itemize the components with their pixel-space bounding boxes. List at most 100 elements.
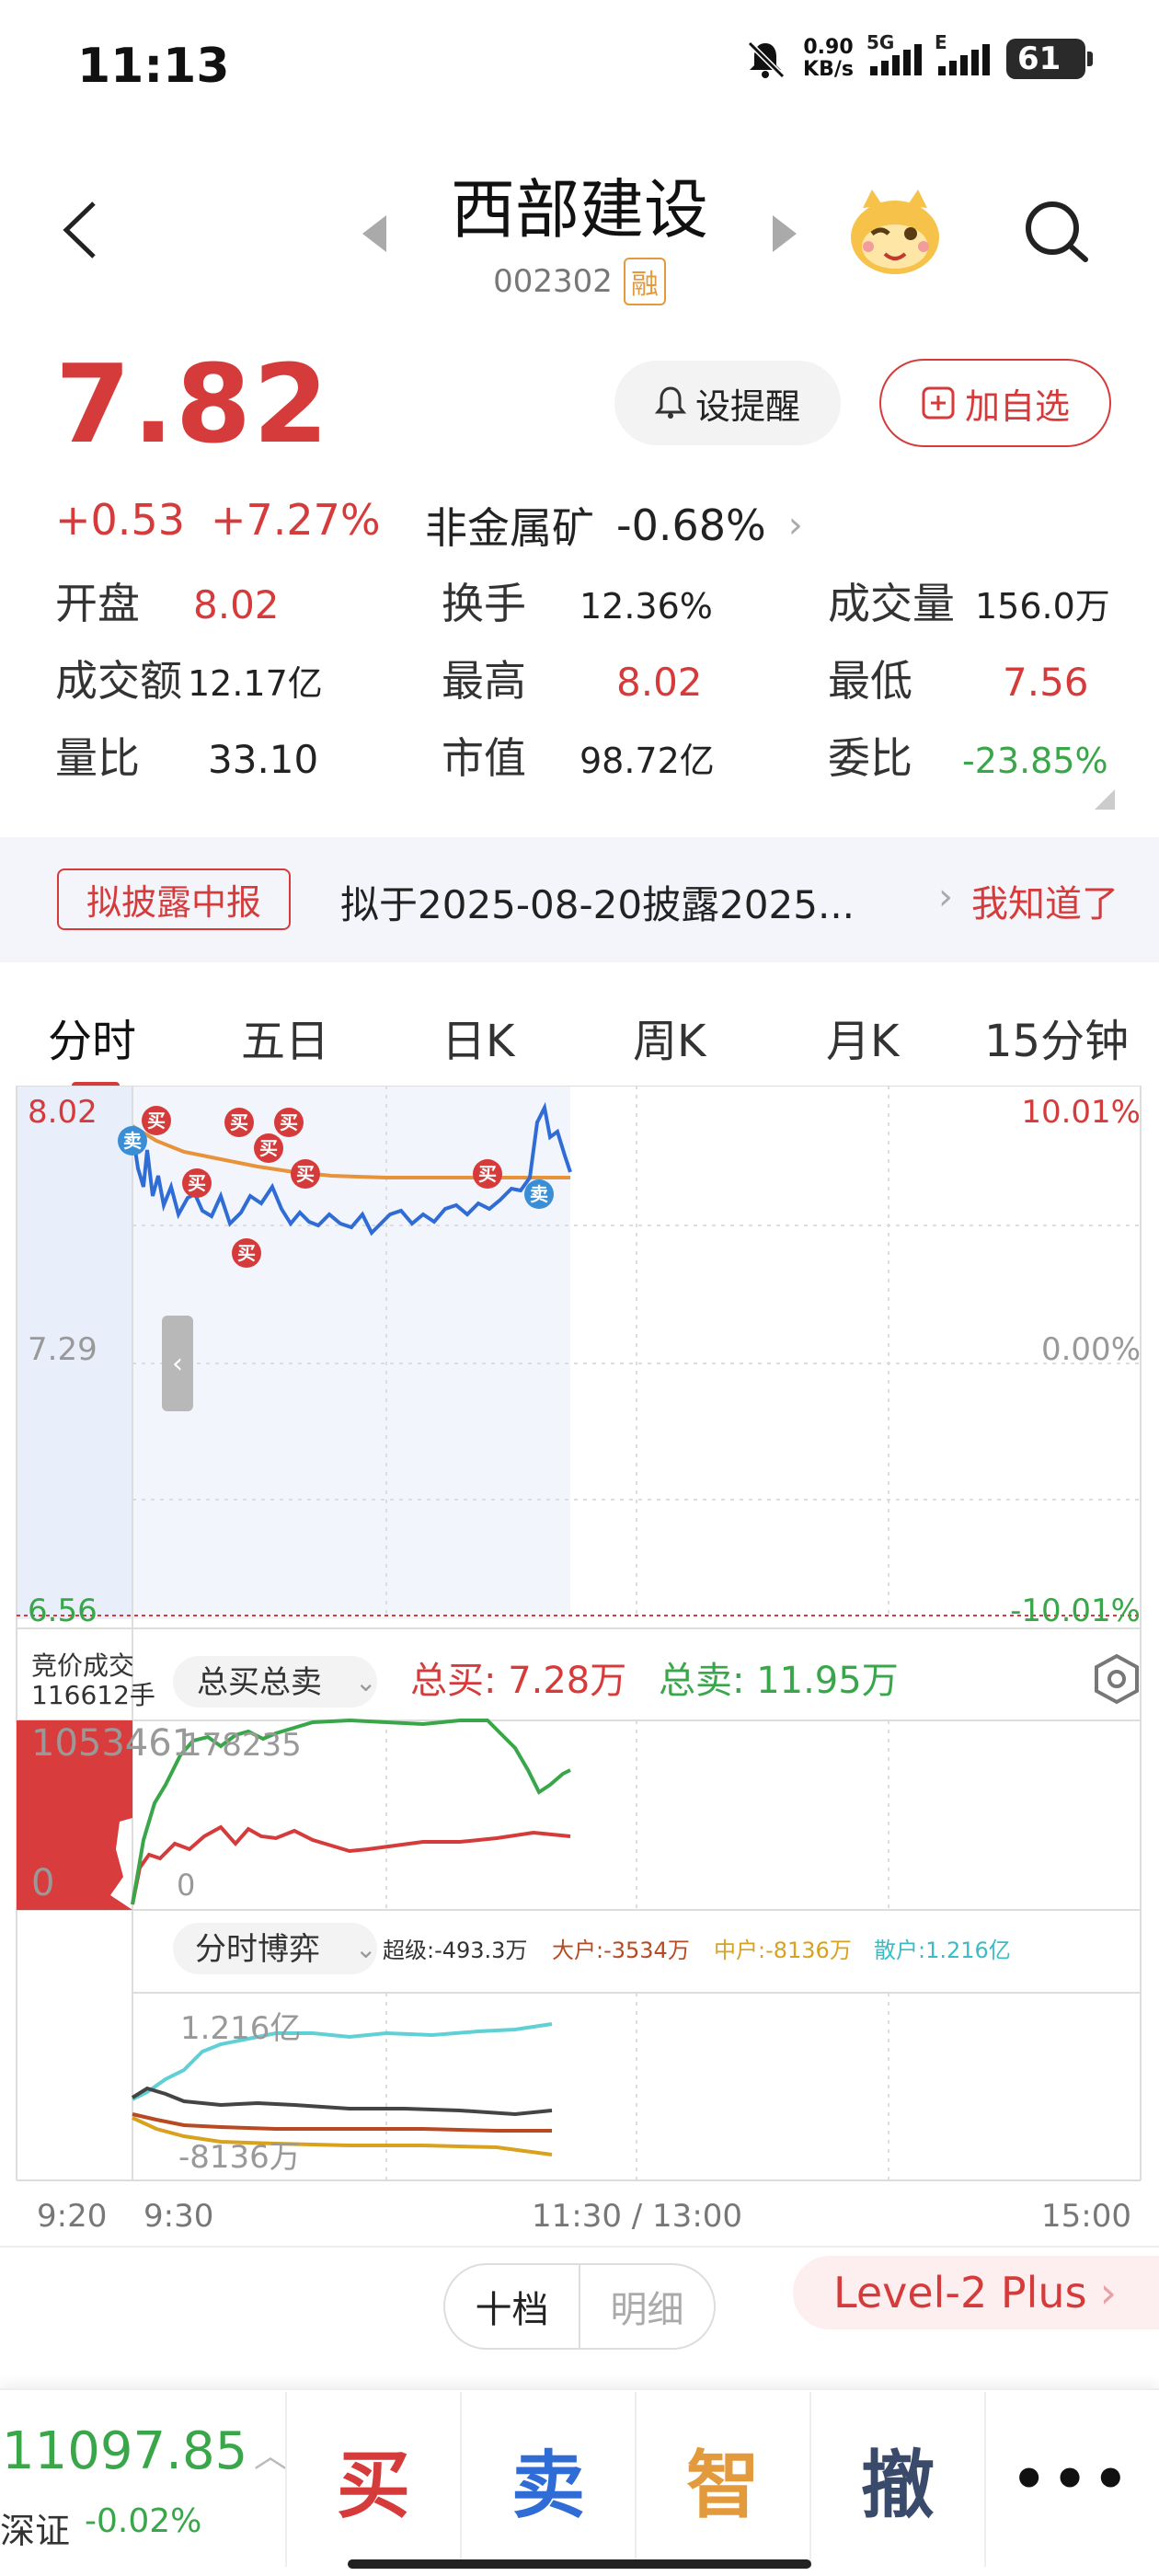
level2-plus-button[interactable]: Level-2 Plus › xyxy=(793,2256,1159,2329)
search-icon[interactable] xyxy=(1019,195,1093,269)
buy-marker[interactable]: 买 xyxy=(473,1159,502,1189)
pct-label-bottom: -10.01% xyxy=(1010,1593,1141,1629)
stat-order-ratio: 委比 -23.85% xyxy=(828,733,1108,783)
chevron-up-icon[interactable]: ︿ xyxy=(254,2429,287,2477)
smart-button[interactable]: 智 xyxy=(635,2392,809,2567)
buy-marker[interactable]: 买 xyxy=(182,1168,212,1198)
vol-max2-label: 178235 xyxy=(182,1727,302,1764)
mascot-icon[interactable] xyxy=(844,180,946,282)
flow-mid: 中户:-8136万 xyxy=(714,1938,852,1963)
svg-text:买: 买 xyxy=(237,1242,256,1264)
svg-text:卖: 卖 xyxy=(530,1183,548,1205)
index-name: 深证 xyxy=(0,2511,71,2551)
chevron-down-icon: ⌄ xyxy=(355,1934,376,1964)
margin-badge: 融 xyxy=(623,258,666,305)
time-label-auction: 9:20 xyxy=(37,2198,107,2235)
stat-volume: 成交量 156.0万 xyxy=(828,579,1110,628)
chevron-right-icon: › xyxy=(787,504,803,546)
banner-text[interactable]: 拟于2025-08-20披露2025... xyxy=(340,874,855,930)
index-value[interactable]: 11097.85 xyxy=(2,2421,247,2481)
signal-e-icon: E xyxy=(935,31,990,75)
y-label-bottom: 6.56 xyxy=(28,1593,98,1629)
tab-trade-detail[interactable]: 明细 xyxy=(580,2265,714,2348)
chevron-down-icon: ⌄ xyxy=(355,1667,376,1697)
tab-weekly-k[interactable]: 周K xyxy=(633,1005,706,1069)
expand-corner-icon[interactable] xyxy=(1095,789,1115,810)
total-buy: 总买: 7.28万 xyxy=(410,1660,626,1702)
mute-bell-icon xyxy=(747,40,786,79)
sector-change: -0.68% xyxy=(616,500,766,550)
pct-label-top: 10.01% xyxy=(1021,1094,1141,1131)
banner-dismiss-button[interactable]: 我知道了 xyxy=(971,874,1119,927)
net-speed: 0.90 KB/s xyxy=(803,36,854,81)
buy-marker[interactable]: 买 xyxy=(274,1108,304,1137)
stock-name: 西部建设 xyxy=(451,172,708,247)
chevron-right-icon: › xyxy=(1099,2268,1117,2317)
tab-intraday[interactable]: 分时 xyxy=(48,1005,136,1069)
index-change: -0.02% xyxy=(85,2502,202,2540)
svg-text:买: 买 xyxy=(188,1172,206,1194)
y-label-mid: 7.29 xyxy=(28,1331,98,1368)
buy-sell-selector-label: 总买总卖 xyxy=(197,1664,322,1701)
more-button[interactable]: ••• xyxy=(984,2392,1159,2567)
large-flow-line xyxy=(132,2112,552,2133)
sector-link[interactable]: 非金属矿 -0.68% › xyxy=(425,495,803,556)
flow-super: 超级:-493.3万 xyxy=(383,1938,527,1963)
bell-icon xyxy=(654,386,686,419)
last-price: 7.82 xyxy=(55,340,331,467)
add-watchlist-button[interactable]: 加自选 xyxy=(879,359,1111,447)
vol-zero2-label: 0 xyxy=(177,1868,195,1903)
svg-text:买: 买 xyxy=(280,1111,298,1133)
signal-5g-icon: 5G xyxy=(866,31,922,75)
set-alert-label: 设提醒 xyxy=(694,385,800,427)
buy-marker[interactable]: 买 xyxy=(291,1159,320,1189)
stat-vol-ratio: 量比 33.10 xyxy=(55,733,319,783)
stat-low: 最低 7.56 xyxy=(828,656,1089,706)
game-max-label: 1.216亿 xyxy=(180,2010,301,2047)
settings-hex-icon[interactable] xyxy=(1095,1653,1139,1705)
next-stock-icon[interactable] xyxy=(771,213,798,254)
svg-text:卖: 卖 xyxy=(123,1130,142,1152)
depth-toggle: 十档 明细 xyxy=(443,2263,716,2350)
svg-text:买: 买 xyxy=(230,1111,248,1133)
sell-marker[interactable]: 卖 xyxy=(118,1126,147,1156)
y-label-top: 8.02 xyxy=(28,1094,98,1131)
tab-daily-k[interactable]: 日K xyxy=(442,1005,514,1069)
total-buy-line xyxy=(131,1824,571,1905)
tab-monthly-k[interactable]: 月K xyxy=(826,1005,899,1069)
buy-marker[interactable]: 买 xyxy=(232,1238,261,1268)
stock-code-row: 002302 融 xyxy=(0,258,1159,305)
tab-15min[interactable]: 15分钟 xyxy=(984,1005,1129,1069)
price-change: +0.53 +7.27% xyxy=(55,495,381,545)
buy-marker[interactable]: 买 xyxy=(254,1133,283,1163)
status-time: 11:13 xyxy=(77,39,230,94)
sell-button[interactable]: 卖 xyxy=(460,2392,635,2567)
level2-label: Level-2 Plus xyxy=(833,2268,1087,2317)
time-label-close: 15:00 xyxy=(1041,2198,1131,2235)
set-alert-button[interactable]: 设提醒 xyxy=(614,361,841,445)
home-indicator[interactable] xyxy=(348,2559,811,2569)
flow-large: 大户:-3534万 xyxy=(552,1938,690,1963)
stat-market-cap: 市值 98.72亿 xyxy=(442,733,715,783)
vol-max-label: 1053461 xyxy=(31,1722,195,1765)
intraday-chart[interactable]: 买 卖 买 买 买 买 买 买 买 卖 ‹ 8.02 7.29 6.56 10.… xyxy=(0,1086,1159,2254)
tab-five-day[interactable]: 五日 xyxy=(241,1005,329,1069)
change-percent: +7.27% xyxy=(210,495,381,545)
svg-text:买: 买 xyxy=(147,1110,166,1132)
time-label-noon: 11:30 / 13:00 xyxy=(532,2198,742,2235)
super-flow-line xyxy=(131,2086,553,2117)
battery-icon: 61 xyxy=(1006,39,1093,79)
stat-high: 最高 8.02 xyxy=(442,656,703,706)
banner-tag: 拟披露中报 xyxy=(57,868,292,930)
session-shade xyxy=(132,1086,570,1619)
cancel-order-button[interactable]: 撤 xyxy=(809,2392,984,2567)
flow-retail: 散户:1.216亿 xyxy=(874,1938,1011,1963)
vol-zero-label: 0 xyxy=(31,1862,54,1904)
auction-volume: 116612手 xyxy=(31,1680,155,1710)
buy-marker[interactable]: 买 xyxy=(224,1108,254,1137)
svg-text:买: 买 xyxy=(478,1163,497,1185)
buy-button[interactable]: 买 xyxy=(285,2392,460,2567)
sell-marker[interactable]: 卖 xyxy=(524,1179,554,1209)
buy-marker[interactable]: 买 xyxy=(142,1106,171,1135)
tab-ten-levels[interactable]: 十档 xyxy=(445,2265,580,2348)
